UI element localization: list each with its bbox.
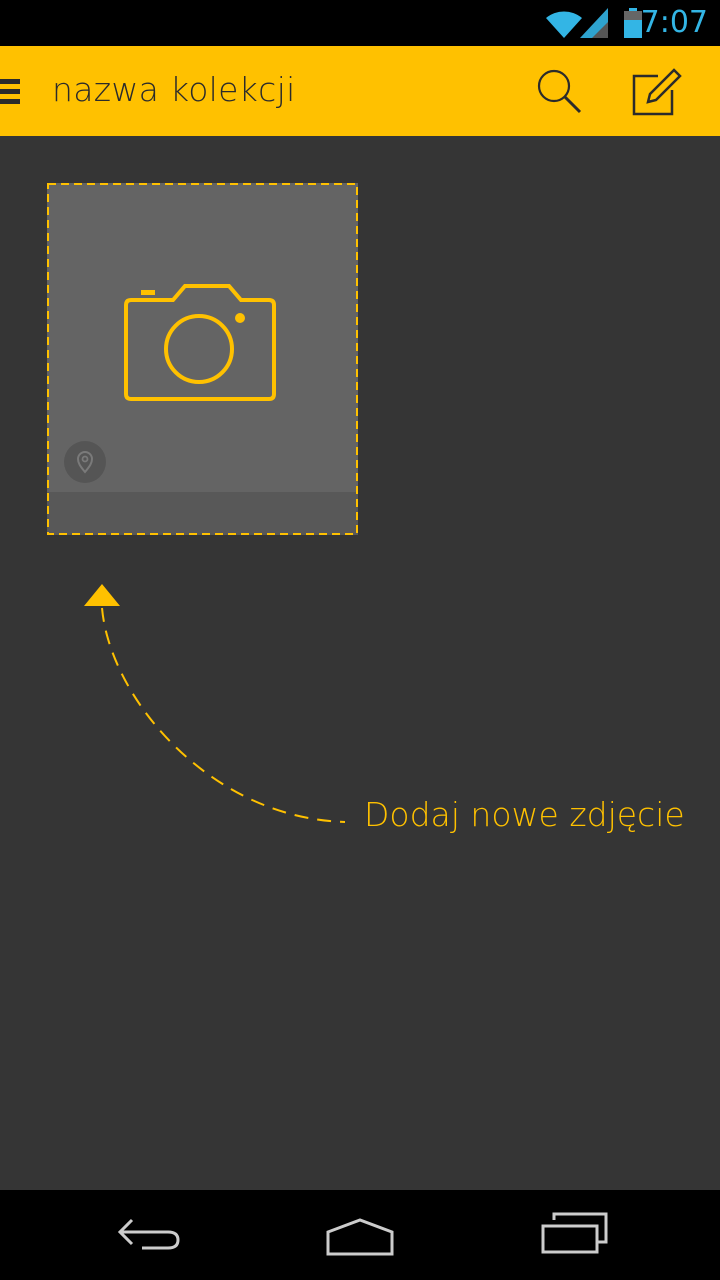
add-photo-tile[interactable] [47,183,358,535]
search-icon [537,69,582,114]
camera-icon [123,284,277,407]
status-time: 7:07 [640,5,708,40]
back-button[interactable] [116,1216,182,1261]
hint-arrow [80,578,350,835]
status-bar: 7:07 [0,0,720,46]
action-bar: nazwa kolekcji [0,46,720,136]
signal-icon [580,8,610,43]
wifi-icon [544,8,584,43]
compose-icon [632,68,682,116]
battery-icon [624,8,642,43]
location-pin-icon[interactable] [63,440,107,489]
back-icon [117,1218,180,1250]
search-button[interactable] [530,66,586,118]
navigation-bar [0,1190,720,1280]
add-photo-hint: Dodaj nowe zdjęcie [364,795,685,834]
recent-apps-button[interactable] [540,1212,608,1261]
home-icon [326,1218,394,1256]
compose-button[interactable] [628,64,684,120]
menu-icon[interactable] [0,77,20,107]
page-title: nazwa kolekcji [52,70,296,109]
recent-apps-icon [541,1212,608,1254]
home-button[interactable] [324,1218,396,1263]
